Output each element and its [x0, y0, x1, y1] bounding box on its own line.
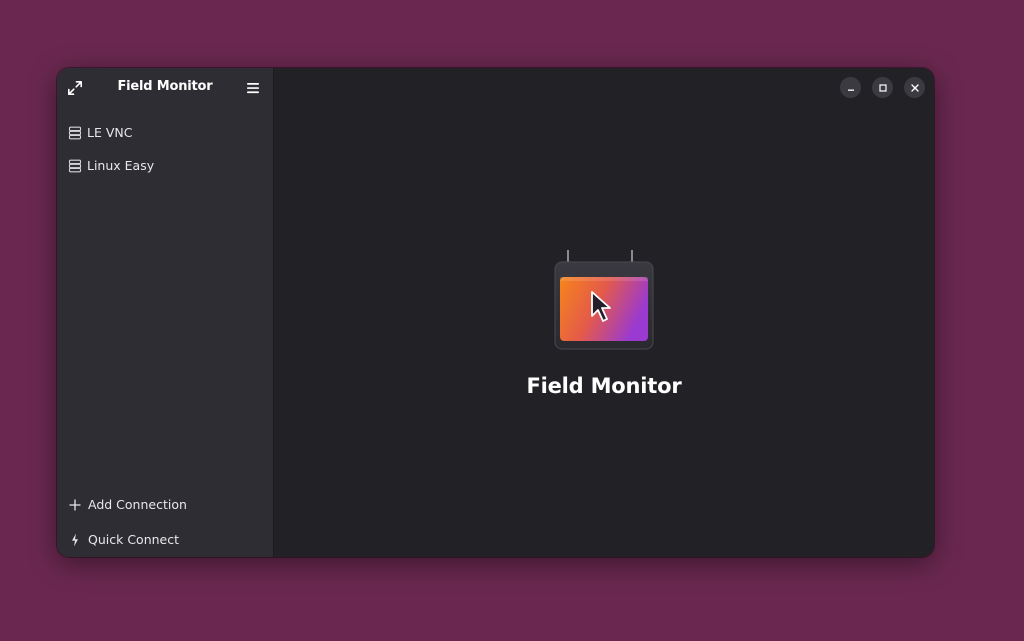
main-menu-button[interactable] — [241, 76, 265, 100]
connection-label: LE VNC — [87, 125, 133, 140]
server-icon — [68, 126, 82, 140]
connection-label: Linux Easy — [87, 158, 155, 173]
hamburger-menu-icon — [247, 83, 259, 94]
main-content: Field Monitor — [274, 68, 934, 557]
close-button[interactable] — [904, 77, 925, 98]
sidebar-header: Field Monitor — [57, 68, 273, 108]
lightning-icon — [69, 533, 81, 546]
minimize-icon — [847, 89, 854, 91]
quick-connect-label: Quick Connect — [88, 532, 180, 547]
status-page: Field Monitor — [274, 248, 934, 398]
connection-list: LE VNC Linux Easy — [57, 108, 273, 182]
server-icon — [68, 159, 82, 173]
status-title: Field Monitor — [526, 374, 682, 398]
plus-icon — [69, 498, 81, 511]
connection-item-linux-easy[interactable]: Linux Easy — [57, 149, 273, 182]
sidebar-footer: Add Connection Quick Connect — [57, 487, 273, 557]
app-window: Field Monitor LE VNC Linux Easy Add Conn… — [57, 68, 934, 557]
window-controls — [840, 77, 925, 98]
close-icon — [910, 83, 919, 92]
quick-connect-button[interactable]: Quick Connect — [57, 522, 273, 557]
maximize-icon — [878, 83, 887, 92]
minimize-button[interactable] — [840, 77, 861, 98]
field-monitor-app-icon — [554, 250, 654, 350]
maximize-button[interactable] — [872, 77, 893, 98]
add-connection-label: Add Connection — [88, 497, 187, 512]
add-connection-button[interactable]: Add Connection — [57, 487, 273, 522]
connection-item-le-vnc[interactable]: LE VNC — [57, 116, 273, 149]
sidebar: Field Monitor LE VNC Linux Easy Add Conn… — [57, 68, 274, 557]
